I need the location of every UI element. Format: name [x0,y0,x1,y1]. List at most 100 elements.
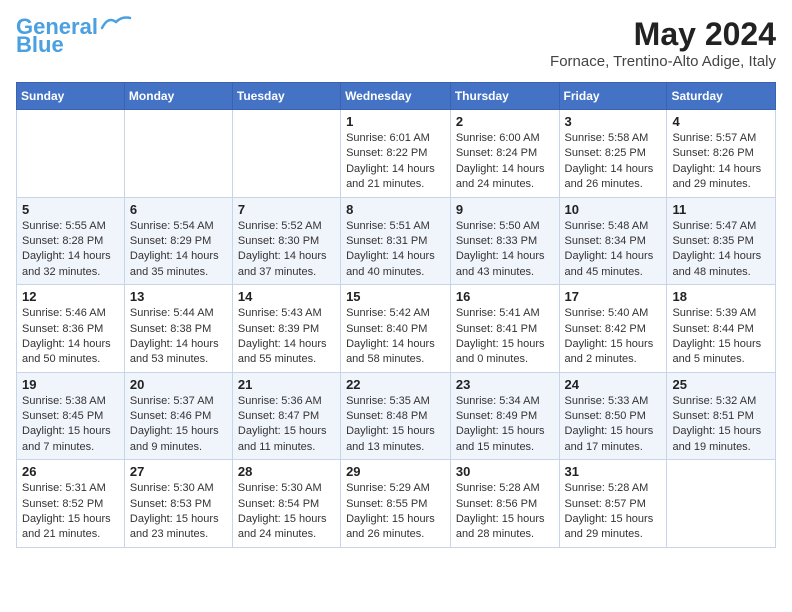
day-number: 16 [456,289,554,304]
day-info: Sunrise: 5:38 AM Sunset: 8:45 PM Dayligh… [22,394,119,456]
calendar-cell: 25 Sunrise: 5:32 AM Sunset: 8:51 PM Dayli… [667,372,776,460]
day-number: 22 [346,377,445,392]
day-info: Sunrise: 5:54 AM Sunset: 8:29 PM Dayligh… [130,219,227,281]
calendar-cell: 4 Sunrise: 5:57 AM Sunset: 8:26 PM Daylig… [667,110,776,198]
day-number: 10 [565,202,662,217]
calendar-cell: 24 Sunrise: 5:33 AM Sunset: 8:50 PM Dayli… [559,372,667,460]
calendar-cell: 5Sunrise: 5:55 AM Sunset: 8:28 PM Daylig… [17,197,125,285]
day-number: 29 [346,464,445,479]
day-info: Sunrise: 5:30 AM Sunset: 8:54 PM Dayligh… [238,481,335,543]
calendar-cell: 13Sunrise: 5:44 AM Sunset: 8:38 PM Dayli… [124,285,232,373]
calendar-cell: 9 Sunrise: 5:50 AM Sunset: 8:33 PM Daylig… [450,197,559,285]
day-info: Sunrise: 5:42 AM Sunset: 8:40 PM Dayligh… [346,306,445,368]
calendar-cell: 29 Sunrise: 5:29 AM Sunset: 8:55 PM Dayli… [341,460,451,548]
day-number: 5 [22,202,119,217]
day-number: 26 [22,464,119,479]
day-number: 9 [456,202,554,217]
calendar-cell: 1 Sunrise: 6:01 AM Sunset: 8:22 PM Daylig… [341,110,451,198]
calendar-cell: 14 Sunrise: 5:43 AM Sunset: 8:39 PM Dayli… [232,285,340,373]
day-info: Sunrise: 5:50 AM Sunset: 8:33 PM Dayligh… [456,219,554,281]
calendar-cell: 19 Sunrise: 5:38 AM Sunset: 8:45 PM Dayli… [17,372,125,460]
day-info: Sunrise: 5:51 AM Sunset: 8:31 PM Dayligh… [346,219,445,281]
calendar-cell: 12 Sunrise: 5:46 AM Sunset: 8:36 PM Dayli… [17,285,125,373]
calendar-week-row: 5Sunrise: 5:55 AM Sunset: 8:28 PM Daylig… [17,197,776,285]
day-number: 31 [565,464,662,479]
day-number: 18 [672,289,770,304]
day-number: 24 [565,377,662,392]
title-block: May 2024 Fornace, Trentino-Alto Adige, I… [550,16,776,70]
location: Fornace, Trentino-Alto Adige, Italy [550,53,776,70]
day-info: Sunrise: 5:29 AM Sunset: 8:55 PM Dayligh… [346,481,445,543]
calendar-cell: 2 Sunrise: 6:00 AM Sunset: 8:24 PM Daylig… [450,110,559,198]
weekday-header: Sunday [17,83,125,110]
day-info: Sunrise: 5:33 AM Sunset: 8:50 PM Dayligh… [565,394,662,456]
day-info: Sunrise: 5:39 AM Sunset: 8:44 PM Dayligh… [672,306,770,368]
day-number: 13 [130,289,227,304]
weekday-header: Tuesday [232,83,340,110]
day-number: 12 [22,289,119,304]
day-number: 2 [456,114,554,129]
weekday-header: Friday [559,83,667,110]
weekday-header: Thursday [450,83,559,110]
day-number: 28 [238,464,335,479]
day-info: Sunrise: 5:35 AM Sunset: 8:48 PM Dayligh… [346,394,445,456]
logo: General Blue [16,16,132,56]
day-info: Sunrise: 5:46 AM Sunset: 8:36 PM Dayligh… [22,306,119,368]
calendar-cell [667,460,776,548]
calendar-week-row: 12 Sunrise: 5:46 AM Sunset: 8:36 PM Dayli… [17,285,776,373]
calendar-cell: 15 Sunrise: 5:42 AM Sunset: 8:40 PM Dayli… [341,285,451,373]
day-number: 3 [565,114,662,129]
day-info: Sunrise: 5:28 AM Sunset: 8:56 PM Dayligh… [456,481,554,543]
calendar-cell: 16 Sunrise: 5:41 AM Sunset: 8:41 PM Dayli… [450,285,559,373]
calendar-cell [17,110,125,198]
day-number: 19 [22,377,119,392]
day-info: Sunrise: 5:28 AM Sunset: 8:57 PM Dayligh… [565,481,662,543]
day-number: 21 [238,377,335,392]
day-info: Sunrise: 5:47 AM Sunset: 8:35 PM Dayligh… [672,219,770,281]
day-number: 8 [346,202,445,217]
weekday-header: Saturday [667,83,776,110]
day-number: 25 [672,377,770,392]
day-number: 11 [672,202,770,217]
calendar-cell: 23 Sunrise: 5:34 AM Sunset: 8:49 PM Dayli… [450,372,559,460]
calendar-cell: 27 Sunrise: 5:30 AM Sunset: 8:53 PM Dayli… [124,460,232,548]
day-info: Sunrise: 5:57 AM Sunset: 8:26 PM Dayligh… [672,131,770,193]
day-info: Sunrise: 5:32 AM Sunset: 8:51 PM Dayligh… [672,394,770,456]
calendar-cell: 26 Sunrise: 5:31 AM Sunset: 8:52 PM Dayli… [17,460,125,548]
calendar-cell: 28 Sunrise: 5:30 AM Sunset: 8:54 PM Dayli… [232,460,340,548]
calendar-cell: 3Sunrise: 5:58 AM Sunset: 8:25 PM Daylig… [559,110,667,198]
page-header: General Blue May 2024 Fornace, Trentino-… [16,16,776,70]
calendar-cell: 31 Sunrise: 5:28 AM Sunset: 8:57 PM Dayli… [559,460,667,548]
day-info: Sunrise: 5:43 AM Sunset: 8:39 PM Dayligh… [238,306,335,368]
day-number: 14 [238,289,335,304]
day-info: Sunrise: 5:48 AM Sunset: 8:34 PM Dayligh… [565,219,662,281]
calendar-week-row: 1 Sunrise: 6:01 AM Sunset: 8:22 PM Daylig… [17,110,776,198]
logo-text-blue: Blue [16,34,64,56]
day-info: Sunrise: 6:01 AM Sunset: 8:22 PM Dayligh… [346,131,445,193]
calendar-cell [232,110,340,198]
calendar-cell: 11 Sunrise: 5:47 AM Sunset: 8:35 PM Dayli… [667,197,776,285]
calendar-cell: 18 Sunrise: 5:39 AM Sunset: 8:44 PM Dayli… [667,285,776,373]
day-number: 4 [672,114,770,129]
day-number: 17 [565,289,662,304]
day-number: 6 [130,202,227,217]
day-info: Sunrise: 5:30 AM Sunset: 8:53 PM Dayligh… [130,481,227,543]
calendar-cell: 17Sunrise: 5:40 AM Sunset: 8:42 PM Dayli… [559,285,667,373]
day-info: Sunrise: 5:31 AM Sunset: 8:52 PM Dayligh… [22,481,119,543]
calendar-cell [124,110,232,198]
day-number: 23 [456,377,554,392]
calendar-table: SundayMondayTuesdayWednesdayThursdayFrid… [16,82,776,548]
calendar-cell: 30 Sunrise: 5:28 AM Sunset: 8:56 PM Dayli… [450,460,559,548]
weekday-header-row: SundayMondayTuesdayWednesdayThursdayFrid… [17,83,776,110]
day-info: Sunrise: 5:36 AM Sunset: 8:47 PM Dayligh… [238,394,335,456]
day-number: 15 [346,289,445,304]
day-info: Sunrise: 6:00 AM Sunset: 8:24 PM Dayligh… [456,131,554,193]
day-number: 30 [456,464,554,479]
day-number: 27 [130,464,227,479]
calendar-week-row: 19 Sunrise: 5:38 AM Sunset: 8:45 PM Dayli… [17,372,776,460]
calendar-cell: 22 Sunrise: 5:35 AM Sunset: 8:48 PM Dayli… [341,372,451,460]
day-info: Sunrise: 5:41 AM Sunset: 8:41 PM Dayligh… [456,306,554,368]
day-info: Sunrise: 5:34 AM Sunset: 8:49 PM Dayligh… [456,394,554,456]
day-number: 1 [346,114,445,129]
calendar-cell: 8 Sunrise: 5:51 AM Sunset: 8:31 PM Daylig… [341,197,451,285]
